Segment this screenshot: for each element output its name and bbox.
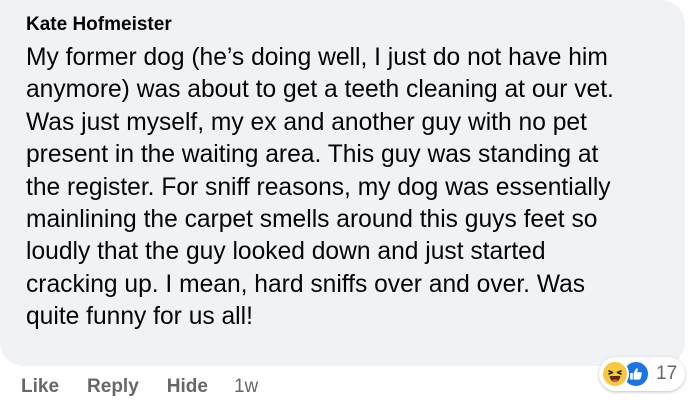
comment-author[interactable]: Kate Hofmeister (26, 14, 685, 36)
haha-icon (601, 360, 629, 388)
reaction-count: 17 (656, 363, 678, 384)
comment-line: cracking up. I mean, hard sniffs over an… (26, 270, 586, 298)
comment-timestamp[interactable]: 1w (234, 374, 258, 400)
comment-line: My former dog (he’s doing well, I just d… (26, 44, 608, 71)
reaction-summary[interactable]: 17 (599, 357, 686, 391)
comment-line: the register. For sniff reasons, my dog … (26, 173, 611, 201)
comment-line: loudly that the guy looked down and just… (26, 238, 546, 266)
reply-button[interactable]: Reply (87, 374, 139, 400)
comment-text: My former dog (he’s doing well, I just d… (26, 42, 676, 334)
hide-button[interactable]: Hide (167, 374, 208, 400)
like-button[interactable]: Like (21, 374, 59, 400)
comment-actions: Like Reply Hide 1w (21, 374, 258, 400)
comment-line: anymore) was about to get a teeth cleani… (26, 76, 614, 104)
comment-line: quite funny for us all! (26, 303, 253, 331)
comment-line: Was just myself, my ex and another guy w… (26, 108, 587, 136)
comment-line: mainlining the carpet smells around this… (26, 206, 598, 234)
comment-bubble: Kate Hofmeister My former dog (he’s doin… (0, 0, 685, 366)
comment-line: present in the waiting area. This guy wa… (26, 141, 599, 169)
